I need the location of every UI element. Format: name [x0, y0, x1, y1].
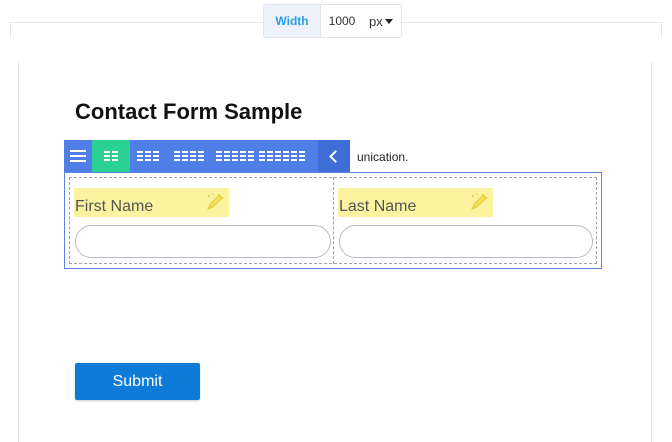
- four-column-icon: [174, 149, 204, 163]
- six-column-icon: [259, 149, 305, 163]
- chevron-left-icon: [329, 149, 342, 163]
- form-row[interactable]: First Name Last Name: [64, 172, 602, 269]
- form-title: Contact Form Sample: [75, 99, 303, 124]
- last-name-label[interactable]: Last Name: [338, 188, 493, 217]
- width-value-input[interactable]: 1000: [321, 14, 363, 28]
- edit-pencil-icon[interactable]: [469, 192, 489, 212]
- three-column-icon: [137, 149, 159, 163]
- last-name-input[interactable]: [339, 225, 593, 258]
- edit-pencil-icon[interactable]: [205, 192, 225, 212]
- collapse-toolbar-button[interactable]: [318, 140, 350, 172]
- five-column-icon: [216, 149, 254, 163]
- unit-label: px: [369, 13, 383, 29]
- description-text: unication.: [357, 150, 409, 164]
- first-name-input[interactable]: [75, 225, 331, 258]
- width-label: Width: [264, 5, 321, 37]
- last-name-label-text: Last Name: [339, 198, 417, 215]
- width-control: Width 1000 px: [263, 4, 402, 38]
- menu-button[interactable]: [64, 140, 92, 172]
- first-name-label-text: First Name: [75, 198, 154, 215]
- two-column-icon: [104, 149, 118, 163]
- three-column-button[interactable]: [130, 140, 166, 172]
- column-layout-toolbar: [64, 140, 350, 172]
- six-column-button[interactable]: [258, 140, 306, 172]
- menu-icon: [70, 147, 86, 165]
- submit-button[interactable]: Submit: [75, 363, 200, 400]
- four-column-button[interactable]: [166, 140, 212, 172]
- first-name-label[interactable]: First Name: [74, 188, 229, 217]
- caret-down-icon: [384, 18, 393, 24]
- top-ruler-right-edge: [661, 22, 662, 38]
- top-ruler-left-edge: [10, 22, 11, 38]
- five-column-button[interactable]: [212, 140, 258, 172]
- column-divider: [333, 177, 334, 264]
- unit-dropdown[interactable]: px: [363, 14, 401, 29]
- two-column-button[interactable]: [92, 140, 130, 172]
